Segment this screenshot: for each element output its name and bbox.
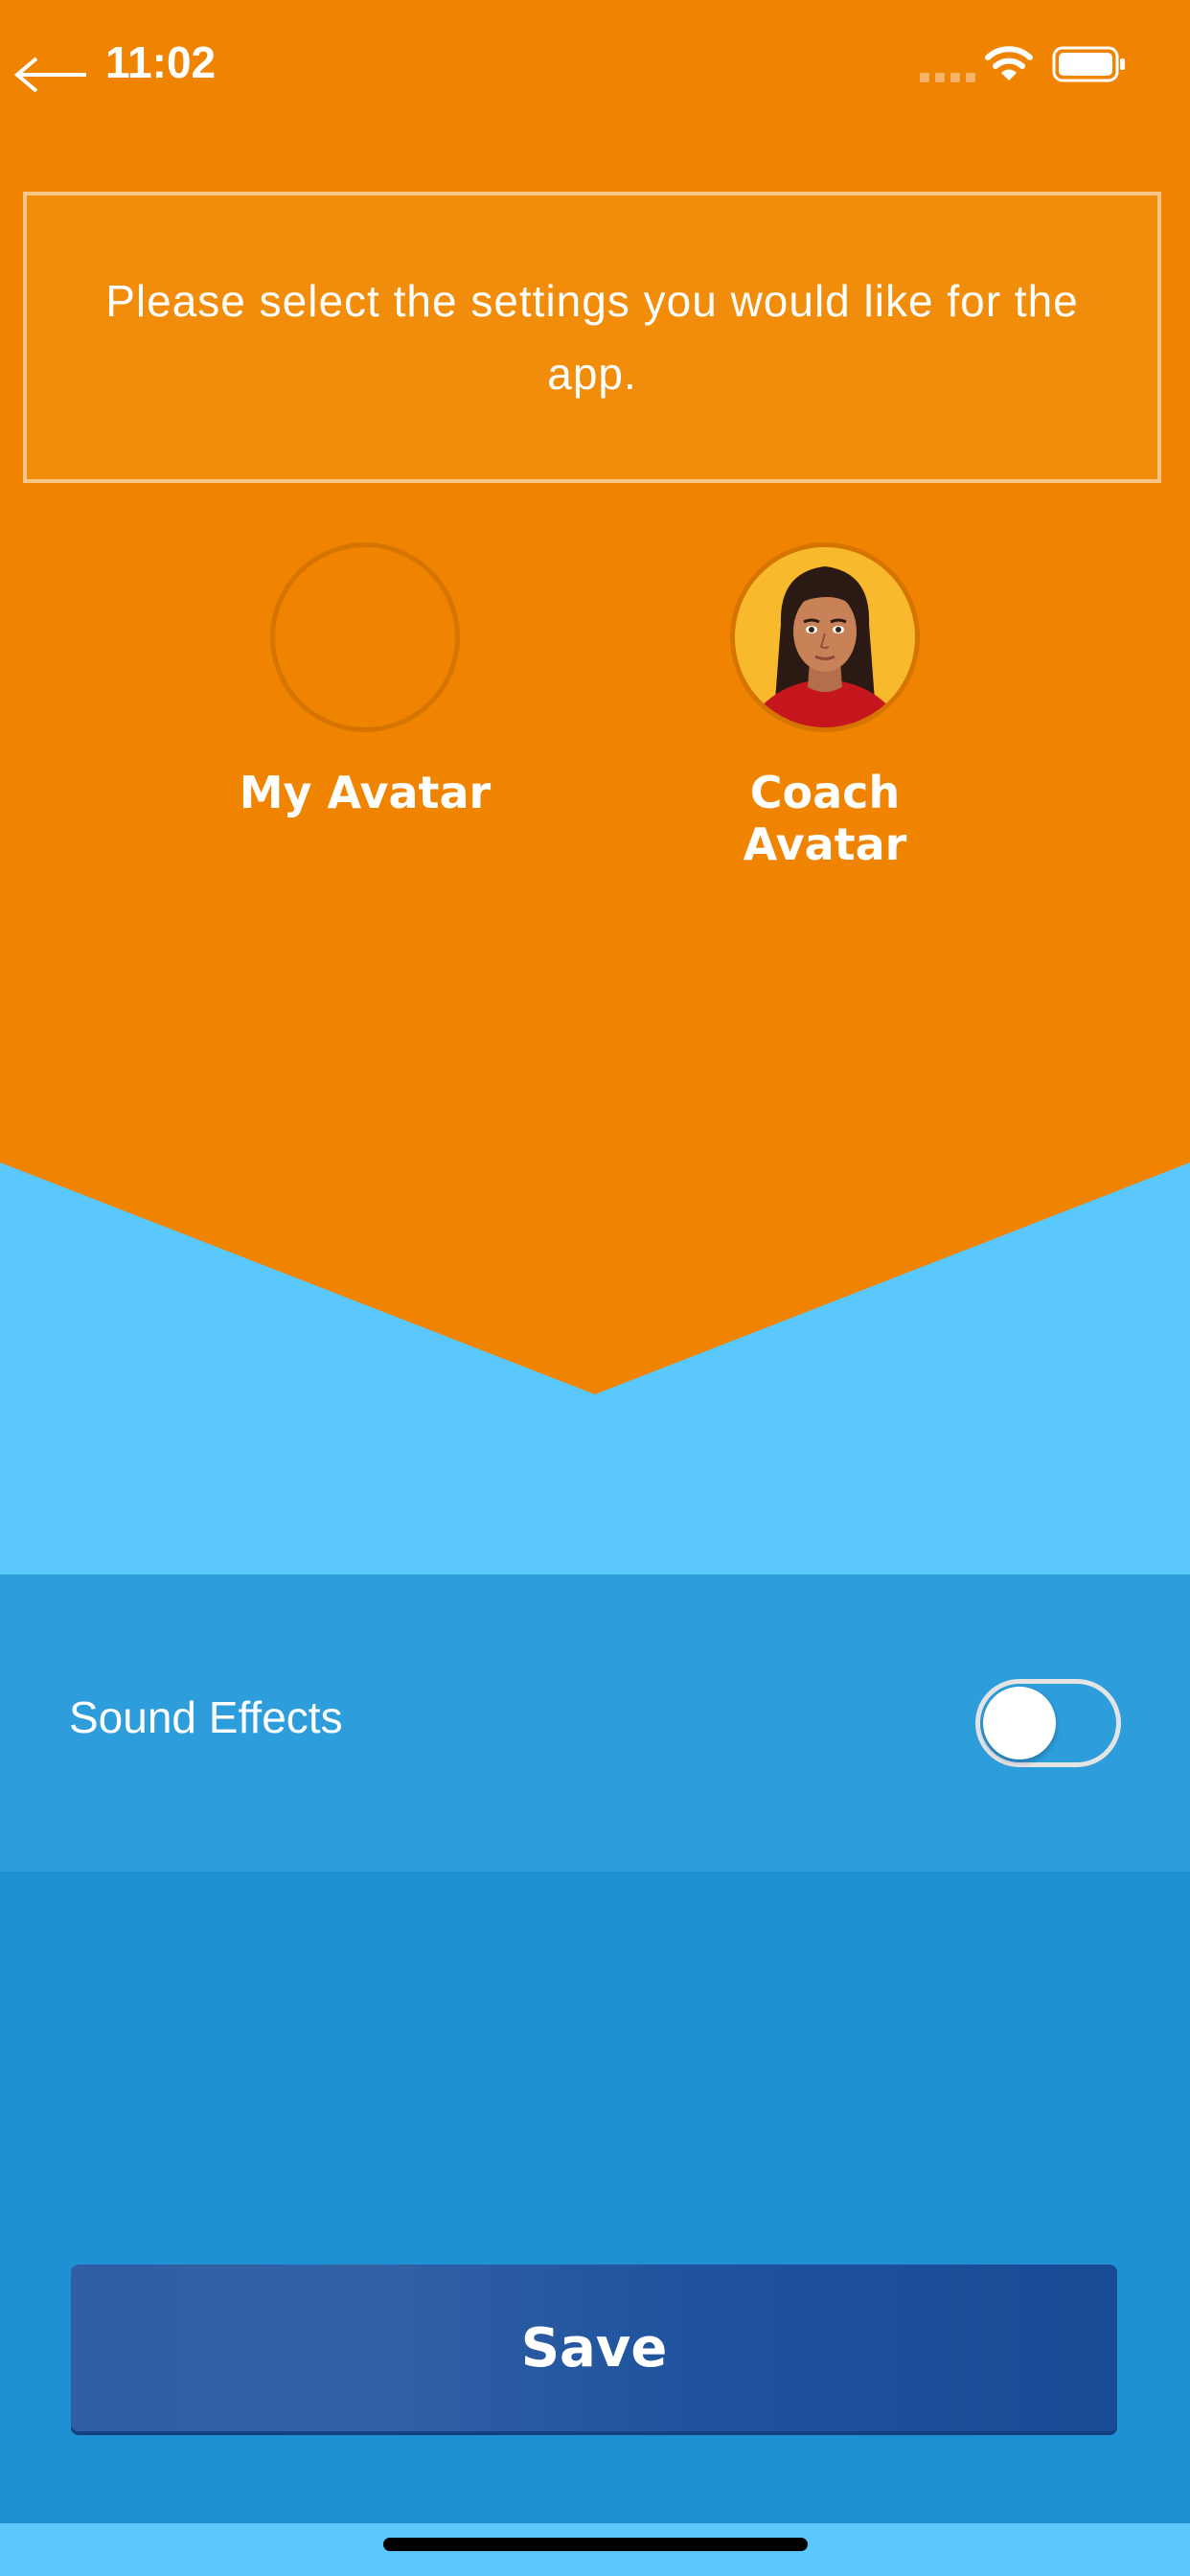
home-indicator[interactable] [383, 2538, 808, 2551]
toggle-knob [983, 1687, 1056, 1760]
coach-portrait-icon [735, 547, 915, 727]
instruction-text: Please select the settings you would lik… [105, 276, 1079, 399]
cellular-signal-icon [920, 73, 975, 82]
header-panel [0, 0, 1190, 1164]
battery-icon [1052, 46, 1125, 82]
coach-avatar-label: Coach Avatar [743, 767, 907, 870]
sound-effects-toggle[interactable] [975, 1679, 1121, 1767]
chevron-divider [0, 1155, 1190, 1394]
my-avatar-picker[interactable] [270, 542, 460, 732]
status-time: 11:02 [105, 37, 217, 87]
save-button[interactable]: Save [71, 2265, 1117, 2431]
coach-avatar-picker[interactable] [730, 542, 920, 732]
instruction-box: Please select the settings you would lik… [23, 192, 1161, 483]
back-arrow-icon[interactable] [13, 56, 88, 94]
wifi-icon [985, 46, 1033, 80]
my-avatar-label: My Avatar [239, 767, 492, 818]
sound-effects-label: Sound Effects [69, 1692, 343, 1742]
